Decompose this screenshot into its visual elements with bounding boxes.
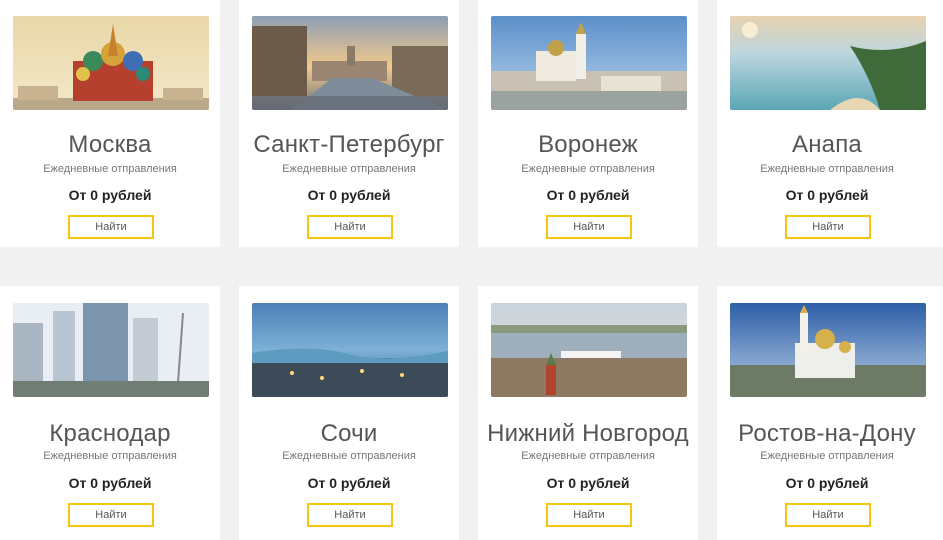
- city-photo-voronezh: [491, 16, 687, 110]
- price-label: От 0 рублей: [785, 475, 869, 491]
- departures-note: Ежедневные отправления: [282, 163, 416, 175]
- city-name: Санкт-Петербург: [253, 131, 445, 158]
- find-button[interactable]: Найти: [307, 503, 393, 527]
- price-label: От 0 рублей: [785, 187, 869, 203]
- city-photo-anapa: [730, 16, 926, 110]
- city-photo-rostov-on-don: [730, 303, 926, 397]
- price-label: От 0 рублей: [68, 187, 152, 203]
- city-card-grid: Москва Ежедневные отправления От 0 рубле…: [0, 0, 943, 540]
- find-button[interactable]: Найти: [546, 503, 632, 527]
- city-card-rostov-on-don: Ростов-на-Дону Ежедневные отправления От…: [717, 286, 943, 540]
- city-name: Ростов-на-Дону: [738, 420, 916, 447]
- departures-note: Ежедневные отправления: [43, 163, 177, 175]
- city-card-anapa: Анапа Ежедневные отправления От 0 рублей…: [717, 0, 943, 247]
- city-card-nizhny-novgorod: Нижний Новгород Ежедневные отправления О…: [478, 286, 698, 540]
- city-name: Москва: [68, 131, 152, 158]
- price-label: От 0 рублей: [307, 187, 391, 203]
- city-name: Воронеж: [538, 131, 638, 158]
- find-button[interactable]: Найти: [546, 215, 632, 239]
- city-card-saint-petersburg: Санкт-Петербург Ежедневные отправления О…: [239, 0, 459, 247]
- city-name: Нижний Новгород: [487, 420, 689, 447]
- find-button[interactable]: Найти: [785, 503, 871, 527]
- find-button[interactable]: Найти: [68, 215, 154, 239]
- departures-note: Ежедневные отправления: [760, 450, 894, 462]
- city-name: Краснодар: [49, 420, 171, 447]
- city-photo-krasnodar: [13, 303, 209, 397]
- departures-note: Ежедневные отправления: [43, 450, 177, 462]
- departures-note: Ежедневные отправления: [760, 163, 894, 175]
- city-card-sochi: Сочи Ежедневные отправления От 0 рублей …: [239, 286, 459, 540]
- price-label: От 0 рублей: [68, 475, 152, 491]
- departures-note: Ежедневные отправления: [282, 450, 416, 462]
- price-label: От 0 рублей: [307, 475, 391, 491]
- city-name: Сочи: [320, 420, 378, 447]
- departures-note: Ежедневные отправления: [521, 450, 655, 462]
- city-photo-nizhny-novgorod: [491, 303, 687, 397]
- city-card-krasnodar: Краснодар Ежедневные отправления От 0 ру…: [0, 286, 220, 540]
- departures-note: Ежедневные отправления: [521, 163, 655, 175]
- find-button[interactable]: Найти: [307, 215, 393, 239]
- find-button[interactable]: Найти: [68, 503, 154, 527]
- price-label: От 0 рублей: [546, 475, 630, 491]
- city-name: Анапа: [792, 131, 862, 158]
- city-card-moscow: Москва Ежедневные отправления От 0 рубле…: [0, 0, 220, 247]
- find-button[interactable]: Найти: [785, 215, 871, 239]
- price-label: От 0 рублей: [546, 187, 630, 203]
- city-photo-saint-petersburg: [252, 16, 448, 110]
- city-card-voronezh: Воронеж Ежедневные отправления От 0 рубл…: [478, 0, 698, 247]
- city-photo-sochi: [252, 303, 448, 397]
- city-photo-moscow: [13, 16, 209, 110]
